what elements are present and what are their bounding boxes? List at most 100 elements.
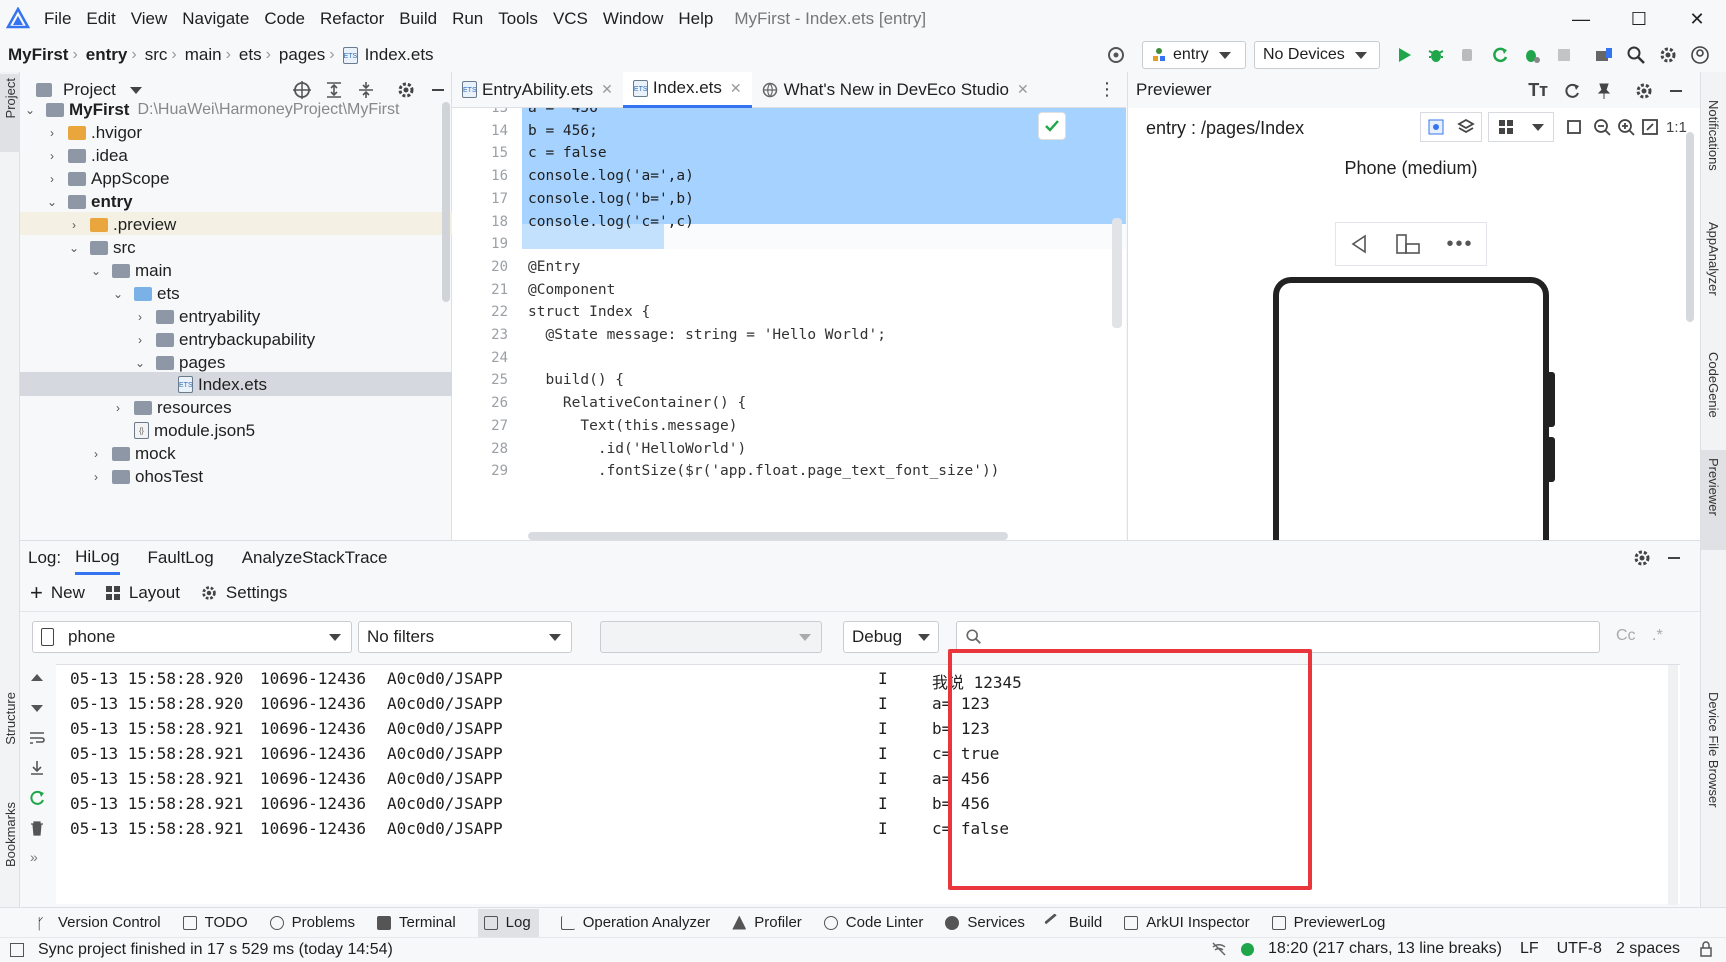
status-panel-icon[interactable] xyxy=(10,943,24,957)
menu-edit[interactable]: Edit xyxy=(86,9,115,29)
settings-gear-icon[interactable] xyxy=(1632,548,1652,568)
tree-item-idea[interactable]: › .idea xyxy=(46,143,128,168)
chevron-right-icon[interactable]: › xyxy=(46,149,58,163)
previewer-tool-button[interactable]: Previewer xyxy=(1701,450,1726,550)
maximize-button[interactable]: ☐ xyxy=(1610,0,1668,38)
chevron-right-icon[interactable]: › xyxy=(46,172,58,186)
tree-item-src[interactable]: ⌄ src xyxy=(68,235,136,260)
project-tool-button[interactable]: Project xyxy=(0,74,20,152)
tree-item-hvigor[interactable]: › .hvigor xyxy=(46,120,142,145)
chevron-down-icon[interactable] xyxy=(1532,123,1544,131)
chevron-down-icon[interactable] xyxy=(129,86,142,94)
file-encoding[interactable]: UTF-8 xyxy=(1557,940,1602,958)
scroll-up-icon[interactable] xyxy=(28,669,46,687)
trash-icon[interactable] xyxy=(28,819,46,837)
breadcrumb-entry[interactable]: entry xyxy=(86,45,128,65)
tool-version-control[interactable]: ᚴ Version Control xyxy=(36,914,161,933)
chevron-down-icon[interactable]: ⌄ xyxy=(112,287,124,301)
tool-code-linter[interactable]: Code Linter xyxy=(823,914,923,931)
device-select[interactable]: No Devices xyxy=(1254,41,1380,69)
chevron-down-icon[interactable]: ⌄ xyxy=(24,103,36,117)
caret-position[interactable]: 18:20 (217 chars, 13 line breaks) xyxy=(1268,940,1502,958)
code-editor[interactable]: 13 14 15 16 17 18 19 20 21 22 23 24 25 26 27 28 29 a = '… xyxy=(452,108,1126,540)
menu-tools[interactable]: Tools xyxy=(498,9,538,29)
chevron-down-icon[interactable]: ⌄ xyxy=(134,356,146,370)
pin-icon[interactable] xyxy=(1594,81,1614,101)
close-window-button[interactable]: ✕ xyxy=(1668,0,1726,38)
new-log-button[interactable]: New xyxy=(51,583,85,603)
indent-setting[interactable]: 2 spaces xyxy=(1616,940,1680,958)
close-tab-icon[interactable]: ✕ xyxy=(730,80,742,97)
fit-frame-icon[interactable] xyxy=(1564,117,1584,137)
lock-icon[interactable] xyxy=(1698,941,1714,957)
tab-entryability[interactable]: ETS EntryAbility.ets ✕ xyxy=(452,72,623,108)
log-filter-select[interactable]: No filters xyxy=(358,621,572,653)
tab-whats-new[interactable]: What's New in DevEco Studio ✕ xyxy=(752,72,1039,108)
editor-scrollbar[interactable] xyxy=(1112,218,1122,328)
tree-item-appscope[interactable]: › AppScope xyxy=(46,166,169,191)
device-manager-icon[interactable] xyxy=(1594,45,1614,65)
breadcrumb-main[interactable]: main xyxy=(185,45,222,65)
line-ending[interactable]: LF xyxy=(1520,940,1539,958)
chevron-down-icon[interactable]: ⌄ xyxy=(68,241,80,255)
chevron-down-icon[interactable]: ⌄ xyxy=(46,195,58,209)
tool-build[interactable]: Build xyxy=(1044,912,1102,933)
chevron-right-icon[interactable]: › xyxy=(68,218,80,232)
tab-faultlog[interactable]: FaultLog xyxy=(148,541,214,575)
tree-item-ets[interactable]: ⌄ ets xyxy=(112,281,180,306)
tool-operation-analyzer[interactable]: Operation Analyzer xyxy=(560,914,710,931)
layout-button[interactable]: Layout xyxy=(129,583,180,603)
bookmarks-tool-button[interactable]: Bookmarks xyxy=(3,802,18,867)
status-message[interactable]: Sync project finished in 17 s 529 ms (to… xyxy=(38,941,393,959)
tree-item-entrybackupability[interactable]: › entrybackupability xyxy=(134,327,315,352)
tab-hilog[interactable]: HiLog xyxy=(75,541,120,575)
tool-problems[interactable]: Problems xyxy=(269,914,355,931)
tree-item-main[interactable]: ⌄ main xyxy=(90,258,172,283)
no-network-icon[interactable] xyxy=(1211,941,1227,957)
scroll-to-end-icon[interactable] xyxy=(28,759,46,777)
structure-tool-button[interactable]: Structure xyxy=(3,692,18,745)
soft-wrap-icon[interactable] xyxy=(28,729,46,747)
tab-analyzestacktrace[interactable]: AnalyzeStackTrace xyxy=(242,541,388,575)
log-search-input[interactable] xyxy=(989,628,1569,646)
inspector-icon[interactable] xyxy=(1427,118,1445,136)
chevron-right-icon[interactable]: › xyxy=(46,126,58,140)
log-scrollbar[interactable] xyxy=(1668,665,1678,905)
project-scrollbar[interactable] xyxy=(442,102,450,302)
text-format-icon[interactable]: Tт xyxy=(1528,80,1548,101)
menu-navigate[interactable]: Navigate xyxy=(182,9,249,29)
back-triangle-icon[interactable] xyxy=(1348,233,1370,255)
log-settings-button[interactable]: Settings xyxy=(226,583,287,603)
tree-item-entryability[interactable]: › entryability xyxy=(134,304,260,329)
tree-item-index-ets[interactable]: ETS Index.ets xyxy=(156,372,267,397)
zoom-out-icon[interactable] xyxy=(1592,117,1612,137)
menu-vcs[interactable]: VCS xyxy=(553,9,588,29)
close-tab-icon[interactable]: ✕ xyxy=(1017,81,1029,98)
chevron-right-icon[interactable]: › xyxy=(134,333,146,347)
breadcrumb-ets[interactable]: ets xyxy=(239,45,262,65)
module-select[interactable]: entry xyxy=(1142,41,1246,69)
process-select[interactable] xyxy=(600,621,822,653)
tree-item-mock[interactable]: › mock xyxy=(90,441,176,466)
codegenie-tool-button[interactable]: CodeGenie xyxy=(1706,352,1721,418)
run-icon[interactable] xyxy=(1394,45,1414,65)
tool-profiler[interactable]: Profiler xyxy=(732,914,802,931)
menu-view[interactable]: View xyxy=(131,9,168,29)
search-icon[interactable] xyxy=(1626,45,1646,65)
tree-item-preview[interactable]: › .preview xyxy=(68,212,176,237)
tool-arkui-inspector[interactable]: ArkUI Inspector xyxy=(1124,914,1250,931)
chevron-right-icon[interactable]: › xyxy=(90,470,102,484)
appanalyzer-tool-button[interactable]: AppAnalyzer xyxy=(1706,222,1721,296)
menu-code[interactable]: Code xyxy=(264,9,305,29)
regex-toggle[interactable]: .* xyxy=(1652,627,1663,645)
apply-changes-icon[interactable] xyxy=(1490,45,1510,65)
tree-item-entry[interactable]: ⌄ entry xyxy=(46,189,133,214)
menu-window[interactable]: Window xyxy=(603,9,663,29)
fit-screen-icon[interactable] xyxy=(1640,117,1660,137)
status-ok-icon[interactable] xyxy=(1241,942,1255,956)
tree-item-ohostest[interactable]: › ohosTest xyxy=(90,464,203,489)
grid-layout-icon[interactable] xyxy=(1498,119,1514,135)
menu-build[interactable]: Build xyxy=(399,9,437,29)
hide-panel-icon[interactable] xyxy=(1666,81,1686,101)
settings-gear-icon[interactable] xyxy=(1634,81,1654,101)
